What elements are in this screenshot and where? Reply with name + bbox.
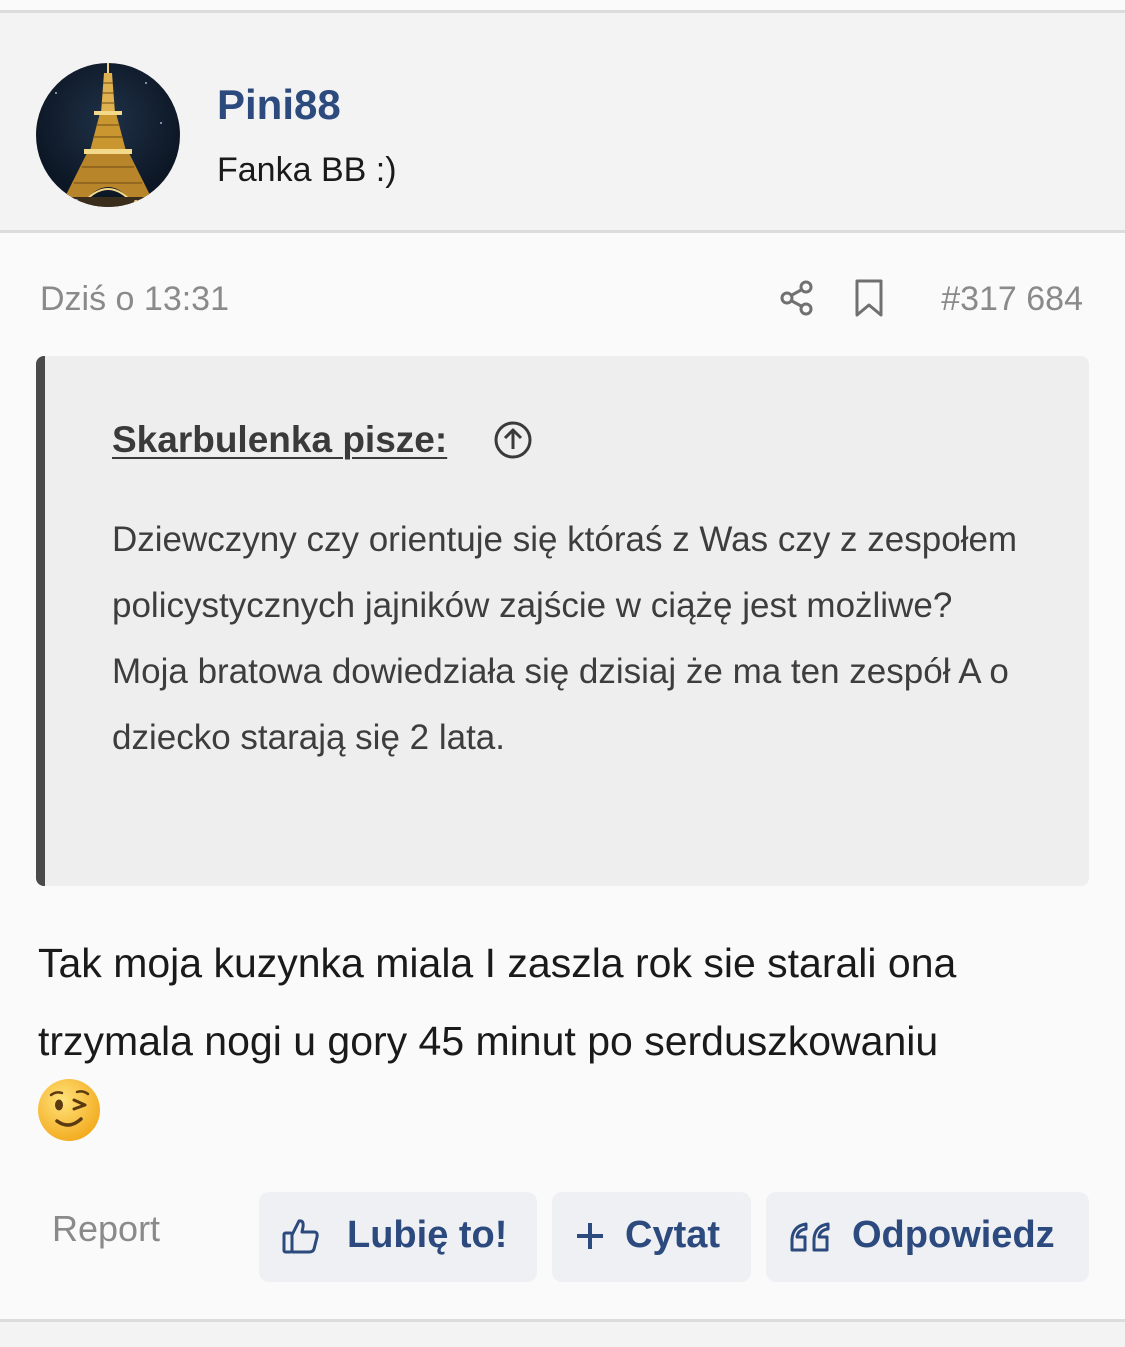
post-date[interactable]: Dziś o 13:31 <box>40 280 229 319</box>
quote-block: Skarbulenka pisze: Dziewczyny czy orient… <box>36 356 1089 886</box>
winking-face-icon <box>38 1079 100 1141</box>
user-title: Fanka BB :) <box>217 151 397 189</box>
like-button[interactable]: Lubię to! <box>259 1192 537 1282</box>
thumbs-up-icon <box>282 1219 319 1254</box>
like-label: Lubię to! <box>347 1214 508 1256</box>
reply-label: Odpowiedz <box>852 1214 1055 1256</box>
quote-author-link[interactable]: Skarbulenka pisze: <box>112 419 447 461</box>
quote-text: Dziewczyny czy orientuje się któraś z Wa… <box>112 520 1018 757</box>
plus-icon <box>577 1223 603 1249</box>
username[interactable]: Pini88 <box>217 81 341 129</box>
next-post-edge <box>0 1322 1125 1347</box>
eiffel-tower-icon <box>36 63 180 207</box>
post-number[interactable]: #317 684 <box>941 280 1083 319</box>
avatar[interactable] <box>36 63 180 207</box>
reply-button[interactable]: Odpowiedz <box>766 1192 1089 1282</box>
cite-label: Cytat <box>625 1214 721 1256</box>
arrow-up-circle-icon[interactable] <box>493 420 533 460</box>
quote-marks-icon <box>790 1222 830 1252</box>
post-author-header: Pini88 Fanka BB :) <box>0 13 1125 230</box>
bookmark-icon[interactable] <box>852 278 886 318</box>
share-icon[interactable] <box>778 278 816 318</box>
cite-button[interactable]: Cytat <box>552 1192 751 1282</box>
report-link[interactable]: Report <box>52 1208 160 1250</box>
post-body: Tak moja kuzynka miala I zaszla rok sie … <box>38 940 957 1064</box>
header-divider <box>0 230 1125 233</box>
